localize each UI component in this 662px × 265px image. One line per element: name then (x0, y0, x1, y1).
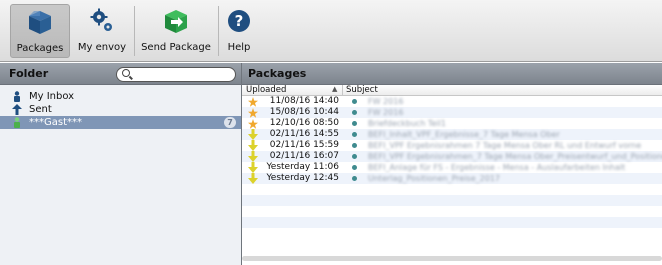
folder-my-inbox[interactable]: My Inbox (0, 90, 241, 103)
subject-text: Unterlag_Positionen_Preise_2017 (368, 174, 501, 183)
uploaded-date: 11/08/16 14:40 (269, 96, 339, 106)
toolbar: Packages My envoy Send Package ? Help (0, 0, 662, 62)
column-header: Uploaded ▲ Subject (242, 85, 662, 96)
empty-row (242, 195, 662, 206)
svg-text:?: ? (235, 12, 244, 30)
toolbar-separator (218, 6, 219, 56)
uploaded-date: 15/08/16 10:44 (269, 107, 339, 117)
table-row[interactable]: Yesterday 11:06 BEFI_Anlage für FS - Erg… (242, 162, 662, 173)
empty-row (242, 206, 662, 217)
subject-text: BEFI_Anlage für FS - Ergebnisse - Mensa … (368, 163, 626, 172)
status-dot-icon (352, 154, 357, 159)
table-row[interactable]: 02/11/16 15:59 BEFI_VPF Ergebnisrahmen 7… (242, 140, 662, 151)
uploaded-date: 02/11/16 15:59 (269, 140, 339, 150)
table-row[interactable]: 12/10/16 08:50 Briefdeckbuch Teil1 (242, 118, 662, 129)
subject-text: Briefdeckbuch Teil1 (368, 119, 446, 128)
empty-row (242, 184, 662, 195)
folder-label: My Inbox (29, 91, 75, 102)
packages-label: Packages (16, 43, 64, 54)
packages-title: Packages (248, 67, 307, 80)
download-arrow-icon (248, 151, 258, 162)
download-arrow-icon (248, 173, 258, 184)
inbox-person-icon (12, 91, 22, 102)
status-dot-icon (352, 143, 357, 148)
empty-row (242, 217, 662, 228)
help-question-icon: ? (223, 5, 255, 37)
uploaded-date: Yesterday 11:06 (266, 162, 340, 172)
packages-header: Packages (242, 63, 662, 85)
folder-sent[interactable]: Sent (0, 103, 241, 116)
star-icon (248, 96, 258, 107)
status-dot-icon (352, 121, 357, 126)
help-label: Help (227, 42, 251, 53)
send-package-label: Send Package (141, 42, 211, 53)
sent-arrow-icon (12, 104, 22, 115)
folder-search-input[interactable] (116, 67, 236, 82)
folder-pane: Folder My Inbox Sent ***Gast*** 7 (0, 63, 241, 265)
uploaded-date: 12/10/16 08:50 (269, 118, 339, 128)
send-package-button[interactable]: Send Package (140, 4, 212, 58)
column-uploaded[interactable]: Uploaded (246, 85, 286, 95)
folder-title: Folder (9, 67, 49, 80)
guest-person-icon (12, 117, 22, 128)
folder-label: Sent (29, 104, 52, 115)
star-icon (248, 107, 258, 118)
horizontal-scrollbar[interactable] (242, 256, 662, 261)
empty-row (242, 228, 662, 239)
subject-text: FW 2016 (368, 108, 404, 117)
packages-table: 11/08/16 14:40 FW 2016 15/08/16 10:44 FW… (242, 96, 662, 239)
subject-text: BEFI_VPF Ergebnisrahmen 7 Tage Mensa Obe… (368, 141, 642, 150)
unread-count-badge: 7 (224, 117, 236, 128)
status-dot-icon (352, 99, 357, 104)
uploaded-date: 02/11/16 14:55 (269, 129, 339, 139)
status-dot-icon (352, 165, 357, 170)
table-row[interactable]: Yesterday 12:45 Unterlag_Positionen_Prei… (242, 173, 662, 184)
column-subject[interactable]: Subject (346, 85, 378, 95)
table-row[interactable]: 02/11/16 14:55 BEFI_Inhalt_VPF_Ergebniss… (242, 129, 662, 140)
toolbar-separator (134, 6, 135, 56)
gears-icon (86, 5, 118, 37)
subject-text: FW 2016 (368, 97, 404, 106)
download-arrow-icon (248, 140, 258, 151)
folder-label: ***Gast*** (29, 117, 83, 128)
table-row[interactable]: 15/08/16 10:44 FW 2016 (242, 107, 662, 118)
my-envoy-label: My envoy (77, 42, 127, 53)
table-row[interactable]: 11/08/16 14:40 FW 2016 (242, 96, 662, 107)
uploaded-date: 02/11/16 16:07 (269, 151, 339, 161)
subject-text: BEFI_Inhalt_VPF_Ergebnisse_7 Tage Mensa … (368, 130, 560, 139)
status-dot-icon (352, 132, 357, 137)
package-box-icon (24, 6, 56, 38)
send-package-icon (160, 5, 192, 37)
table-row[interactable]: 02/11/16 16:07 BEFI_VPF Ergebnisrahmen_7… (242, 151, 662, 162)
column-separator (342, 85, 343, 96)
status-dot-icon (352, 110, 357, 115)
status-dot-icon (352, 176, 357, 181)
search-icon (122, 69, 130, 77)
folder-gast[interactable]: ***Gast*** 7 (0, 116, 241, 129)
folder-header: Folder (0, 63, 241, 85)
folder-list: My Inbox Sent ***Gast*** 7 (0, 90, 241, 129)
sort-ascending-icon: ▲ (332, 85, 338, 93)
subject-text: BEFI_VPF Ergebnisrahmen_7 Tage Mensa Obe… (368, 152, 662, 161)
download-arrow-icon (248, 129, 258, 140)
packages-pane: Packages Uploaded ▲ Subject 11/08/16 14:… (242, 63, 662, 265)
packages-button[interactable]: Packages (10, 4, 70, 58)
star-icon (248, 118, 258, 129)
my-envoy-button[interactable]: My envoy (76, 4, 128, 58)
download-arrow-icon (248, 162, 258, 173)
help-button[interactable]: ? Help (224, 4, 254, 58)
uploaded-date: Yesterday 12:45 (266, 173, 340, 183)
